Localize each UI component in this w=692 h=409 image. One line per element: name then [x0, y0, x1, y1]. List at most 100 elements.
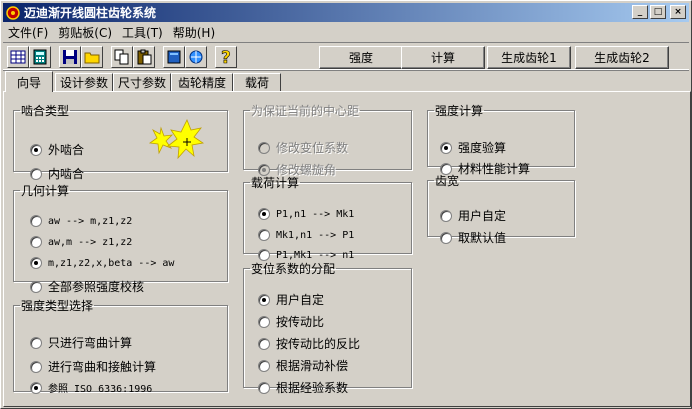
radio-button[interactable] — [440, 209, 452, 222]
radio-button[interactable] — [30, 336, 42, 349]
radio-button[interactable] — [30, 381, 42, 394]
option-label: P1,n1 --> Mk1 — [276, 208, 355, 220]
geometry-calc-group: 几何计算 aw --> m,z1,z2 aw,m --> z1,z2 m,z1,… — [13, 182, 228, 294]
app-gear-icon[interactable] — [5, 5, 21, 21]
radio-external-mesh[interactable]: 外啮合 — [30, 141, 84, 158]
group-title: 齿宽 — [435, 174, 460, 188]
radio-modify-shift-coefficient: 修改变位系数 — [258, 139, 348, 156]
option-label: 进行弯曲和接触计算 — [48, 360, 157, 374]
radio-button[interactable] — [258, 315, 270, 328]
option-label: 按传动比的反比 — [276, 337, 361, 351]
option-label: 根据滑动补偿 — [276, 359, 349, 373]
radio-user-defined-width[interactable]: 用户自定 — [440, 207, 506, 224]
menu-clipboard[interactable]: 剪贴板(C) — [53, 24, 117, 41]
table-icon[interactable] — [7, 46, 29, 68]
radio-button[interactable] — [30, 167, 42, 180]
menu-tools[interactable]: 工具(T) — [117, 24, 168, 41]
tab-design-params[interactable]: 设计参数 — [55, 73, 113, 91]
option-label: Mk1,n1 --> P1 — [276, 229, 355, 241]
radio-button[interactable] — [30, 257, 42, 269]
radio-params-to-aw[interactable]: m,z1,z2,x,beta --> aw — [30, 257, 174, 269]
option-label: 参照 ISO 6336:1996 — [48, 384, 153, 395]
copy-icon[interactable] — [111, 46, 133, 68]
radio-button[interactable] — [30, 236, 42, 248]
book-icon[interactable] — [163, 46, 185, 68]
radio-default-width[interactable]: 取默认值 — [440, 229, 506, 246]
tab-wizard[interactable]: 向导 — [5, 71, 53, 92]
tooth-width-group: 齿宽 用户自定 取默认值 — [427, 172, 575, 245]
option-label: 内啮合 — [48, 167, 85, 181]
load-calc-group: 载荷计算 P1,n1 --> Mk1 Mk1,n1 --> P1 P1,Mk1 … — [243, 174, 412, 261]
group-title: 载荷计算 — [251, 176, 300, 190]
option-label: m,z1,z2,x,beta --> aw — [48, 257, 175, 269]
radio-mk1-n1-to-p1[interactable]: Mk1,n1 --> P1 — [258, 229, 354, 241]
radio-iso-6336[interactable]: 参照 ISO 6336:1996 — [30, 380, 152, 395]
radio-by-ratio[interactable]: 按传动比 — [258, 313, 324, 330]
radio-by-slip-compensation[interactable]: 根据滑动补偿 — [258, 357, 348, 374]
group-title: 几何计算 — [21, 184, 70, 198]
radio-bending-and-contact[interactable]: 进行弯曲和接触计算 — [30, 358, 156, 375]
radio-button[interactable] — [258, 337, 270, 350]
radio-button[interactable] — [30, 215, 42, 227]
radio-button[interactable] — [440, 141, 452, 154]
center-distance-group: 为保证当前的中心距 修改变位系数 修改螺旋角 — [243, 102, 412, 177]
shift-coefficient-group: 变位系数的分配 用户自定 按传动比 按传动比的反比 根据滑动补偿 根据经验系数 — [243, 260, 412, 395]
starburst-icon — [147, 118, 207, 169]
main-window: 迈迪渐开线圆柱齿轮系统 _ □ × 文件(F) 剪贴板(C) 工具(T) 帮助(… — [0, 0, 692, 409]
menu-file[interactable]: 文件(F) — [3, 24, 53, 41]
radio-button[interactable] — [30, 143, 42, 156]
radio-button[interactable] — [258, 293, 270, 306]
toolbar: ? 强度 计算 生成齿轮1 生成齿轮2 — [3, 42, 689, 70]
option-label: 用户自定 — [458, 209, 507, 223]
strength-type-group: 强度类型选择 只进行弯曲计算 进行弯曲和接触计算 参照 ISO 6336:199… — [13, 297, 228, 395]
option-label: 按传动比 — [276, 315, 325, 329]
tab-bar: 向导 设计参数 尺寸参数 齿轮精度 载荷 — [3, 71, 689, 92]
radio-button[interactable] — [258, 229, 270, 241]
option-label: 用户自定 — [276, 293, 325, 307]
help-icon[interactable]: ? — [215, 46, 237, 68]
open-folder-icon[interactable] — [81, 46, 103, 68]
save-icon[interactable] — [59, 46, 81, 68]
radio-button[interactable] — [30, 280, 42, 293]
option-label: 全部参照强度校核 — [48, 280, 145, 294]
radio-button[interactable] — [258, 208, 270, 220]
option-label: 只进行弯曲计算 — [48, 336, 133, 350]
tab-size-params[interactable]: 尺寸参数 — [113, 73, 171, 91]
tab-load[interactable]: 载荷 — [233, 73, 281, 91]
strength-button[interactable]: 强度 — [319, 46, 403, 69]
strength-calc-group: 强度计算 强度验算 材料性能计算 — [427, 102, 575, 176]
option-label: 强度验算 — [458, 141, 507, 155]
menu-bar: 文件(F) 剪贴板(C) 工具(T) 帮助(H) — [3, 23, 220, 41]
close-button[interactable]: × — [670, 5, 686, 19]
radio-user-defined-shift[interactable]: 用户自定 — [258, 291, 324, 308]
radio-button[interactable] — [258, 359, 270, 372]
radio-strength-check[interactable]: 强度验算 — [440, 139, 506, 156]
radio-aw-to-m-z1-z2[interactable]: aw --> m,z1,z2 — [30, 215, 132, 227]
calculator-icon[interactable] — [29, 46, 51, 68]
radio-button — [258, 141, 270, 154]
radio-full-strength-check[interactable]: 全部参照强度校核 — [30, 278, 144, 295]
option-label: 修改变位系数 — [276, 141, 349, 155]
radio-p1-n1-to-mk1[interactable]: P1,n1 --> Mk1 — [258, 208, 354, 220]
radio-by-inverse-ratio[interactable]: 按传动比的反比 — [258, 335, 360, 352]
paste-icon[interactable] — [133, 46, 155, 68]
calculate-button[interactable]: 计算 — [401, 46, 485, 69]
generate-gear2-button[interactable]: 生成齿轮2 — [575, 46, 669, 69]
title-bar[interactable]: 迈迪渐开线圆柱齿轮系统 _ □ × — [3, 3, 689, 22]
minimize-button[interactable]: _ — [632, 5, 648, 19]
radio-button[interactable] — [440, 231, 452, 244]
radio-button[interactable] — [30, 360, 42, 373]
radio-by-empirical-coefficient[interactable]: 根据经验系数 — [258, 379, 348, 396]
maximize-button[interactable]: □ — [650, 5, 666, 19]
group-title: 变位系数的分配 — [251, 262, 336, 276]
radio-button[interactable] — [258, 381, 270, 394]
menu-help[interactable]: 帮助(H) — [168, 24, 220, 41]
group-title: 啮合类型 — [21, 104, 70, 118]
browser-icon[interactable] — [185, 46, 207, 68]
svg-text:?: ? — [221, 48, 231, 66]
radio-internal-mesh[interactable]: 内啮合 — [30, 165, 84, 182]
radio-aw-m-to-z1-z2[interactable]: aw,m --> z1,z2 — [30, 236, 132, 248]
tab-gear-accuracy[interactable]: 齿轮精度 — [171, 73, 233, 91]
generate-gear1-button[interactable]: 生成齿轮1 — [487, 46, 571, 69]
radio-bending-only[interactable]: 只进行弯曲计算 — [30, 334, 132, 351]
